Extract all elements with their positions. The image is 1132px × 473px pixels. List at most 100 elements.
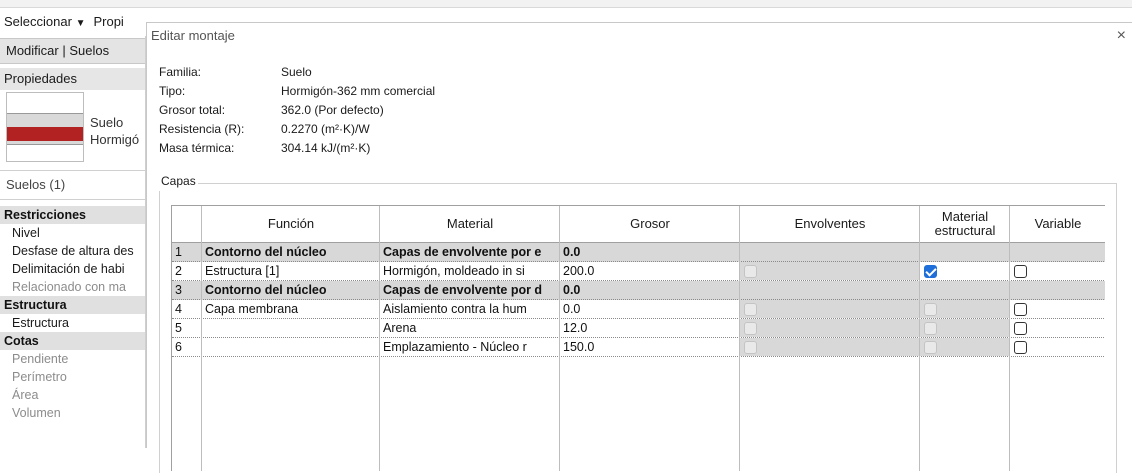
layers-table: Función Material Grosor Envolventes Mate… [171, 205, 1105, 471]
cell-material[interactable]: Arena [380, 319, 559, 337]
layers-group-label: Capas [159, 171, 198, 191]
info-label: Masa térmica: [159, 141, 235, 155]
cell-funcion[interactable] [202, 319, 379, 337]
info-label: Grosor total: [159, 103, 226, 117]
type-preview-swatch[interactable] [6, 92, 84, 162]
info-row: Tipo: Hormigón-362 mm comercial [159, 82, 435, 101]
cell-envolventes [740, 338, 919, 356]
material-estructural-checkbox[interactable] [924, 265, 937, 278]
edit-assembly-dialog: Editar montaje × Familia: Suelo Tipo: Hormi… [146, 22, 1132, 473]
envolventes-checkbox [744, 265, 757, 278]
properties-title: Propiedades [0, 68, 145, 90]
cell-funcion[interactable]: Contorno del núcleo [202, 243, 379, 261]
info-label: Tipo: [159, 84, 186, 98]
table-row[interactable]: 1 Contorno del núcleo Capas de envolvente … [172, 243, 1105, 262]
info-label: Resistencia (R): [159, 122, 245, 136]
header-funcion[interactable]: Función [202, 206, 380, 242]
info-label: Familia: [159, 65, 202, 79]
cell-material[interactable]: Capas de envolvente por e [380, 243, 559, 261]
ribbon-toolbar: Seleccionar ▼ Propi [0, 10, 150, 32]
variable-checkbox[interactable] [1014, 341, 1027, 354]
property-row[interactable]: Pendiente [0, 350, 145, 368]
cell-envolventes [740, 319, 919, 337]
info-row: Familia: Suelo [159, 63, 435, 82]
cell-funcion[interactable] [202, 338, 379, 356]
variable-checkbox[interactable] [1014, 322, 1027, 335]
layer-band-top [7, 113, 83, 127]
property-row[interactable]: Área [0, 386, 145, 404]
cell-funcion[interactable]: Contorno del núcleo [202, 281, 379, 299]
variable-checkbox[interactable] [1014, 303, 1027, 316]
dialog-title: Editar montaje [151, 28, 235, 43]
envolventes-checkbox [744, 303, 757, 316]
layer-band-concrete [7, 127, 83, 141]
header-grosor[interactable]: Grosor [560, 206, 740, 242]
row-number: 2 [175, 264, 182, 278]
context-tab-modify-floors[interactable]: Modificar | Suelos [0, 38, 145, 64]
select-menu-label: Seleccionar [4, 13, 72, 29]
info-value: Hormigón-362 mm comercial [281, 84, 436, 98]
table-row[interactable]: 6 Emplazamiento - Núcleo r 150.0 [172, 338, 1105, 357]
row-number: 1 [175, 245, 182, 259]
property-group-header[interactable]: Cotas [0, 332, 145, 350]
cell-grosor[interactable]: 0.0 [560, 243, 739, 261]
caret-down-icon: ▼ [75, 17, 86, 29]
instance-filter[interactable]: Suelos (1) [0, 170, 145, 200]
property-group-header[interactable]: Restricciones [0, 206, 145, 224]
property-row[interactable]: Volumen [0, 404, 145, 422]
property-list: Restricciones Nivel Desfase de altura des D… [0, 206, 145, 422]
cell-material[interactable]: Emplazamiento - Núcleo r [380, 338, 559, 356]
header-row-number [172, 206, 202, 242]
material-estructural-checkbox [924, 341, 937, 354]
row-number: 3 [175, 283, 182, 297]
header-material-estructural[interactable]: Material estructural [920, 206, 1010, 242]
cell-material[interactable]: Capas de envolvente por d [380, 281, 559, 299]
cell-material[interactable]: Hormigón, moldeado in si [380, 262, 559, 280]
info-value: 304.14 kJ/(m²·K) [281, 141, 371, 155]
cell-funcion[interactable]: Capa membrana [202, 300, 379, 318]
table-row[interactable]: 5 Arena 12.0 [172, 319, 1105, 338]
cell-material[interactable]: Aislamiento contra la hum [380, 300, 559, 318]
row-number: 6 [175, 340, 182, 354]
properties-ribbon-button[interactable]: Propi [93, 14, 123, 29]
table-row[interactable]: 3 Contorno del núcleo Capas de envolvente … [172, 281, 1105, 300]
cell-grosor[interactable]: 12.0 [560, 319, 739, 337]
select-menu[interactable]: Seleccionar ▼ [4, 14, 85, 29]
cell-grosor[interactable]: 200.0 [560, 262, 739, 280]
info-row: Masa térmica: 304.14 kJ/(m²·K) [159, 139, 435, 158]
property-row[interactable]: Desfase de altura des [0, 242, 145, 260]
variable-checkbox[interactable] [1014, 265, 1027, 278]
envolventes-checkbox [744, 322, 757, 335]
cell-funcion[interactable]: Estructura [1] [202, 262, 379, 280]
cell-grosor[interactable]: 0.0 [560, 281, 739, 299]
property-row[interactable]: Estructura [0, 314, 145, 332]
info-value: 0.2270 (m²·K)/W [281, 122, 370, 136]
property-row[interactable]: Perímetro [0, 368, 145, 386]
property-row[interactable]: Relacionado con ma [0, 278, 145, 296]
type-family-name: Suelo [90, 115, 124, 130]
envolventes-checkbox [744, 341, 757, 354]
row-number: 5 [175, 321, 182, 335]
material-estructural-checkbox [924, 322, 937, 335]
type-selector-label[interactable]: Suelo Hormigó [90, 114, 139, 148]
cell-grosor[interactable]: 0.0 [560, 300, 739, 318]
cell-envolventes [740, 262, 919, 280]
table-row[interactable]: 2 Estructura [1] Hormigón, moldeado in si 2… [172, 262, 1105, 281]
table-row[interactable]: 4 Capa membrana Aislamiento contra la hum 0… [172, 300, 1105, 319]
cell-grosor[interactable]: 150.0 [560, 338, 739, 356]
info-row: Resistencia (R): 0.2270 (m²·K)/W [159, 120, 435, 139]
header-variable[interactable]: Variable [1010, 206, 1105, 242]
property-row[interactable]: Delimitación de habi [0, 260, 145, 278]
property-row[interactable]: Nivel [0, 224, 145, 242]
ribbon-strip [0, 0, 1132, 8]
property-group-header[interactable]: Estructura [0, 296, 145, 314]
header-envolventes[interactable]: Envolventes [740, 206, 920, 242]
properties-panel: Modificar | Suelos Propiedades Suelo Hor… [0, 36, 146, 448]
row-number: 4 [175, 302, 182, 316]
cell-envolventes [740, 300, 919, 318]
layers-table-header: Función Material Grosor Envolventes Mate… [172, 206, 1105, 243]
header-material[interactable]: Material [380, 206, 560, 242]
info-row: Grosor total: 362.0 (Por defecto) [159, 101, 435, 120]
close-icon[interactable]: × [1117, 25, 1126, 47]
info-value: Suelo [281, 65, 312, 79]
